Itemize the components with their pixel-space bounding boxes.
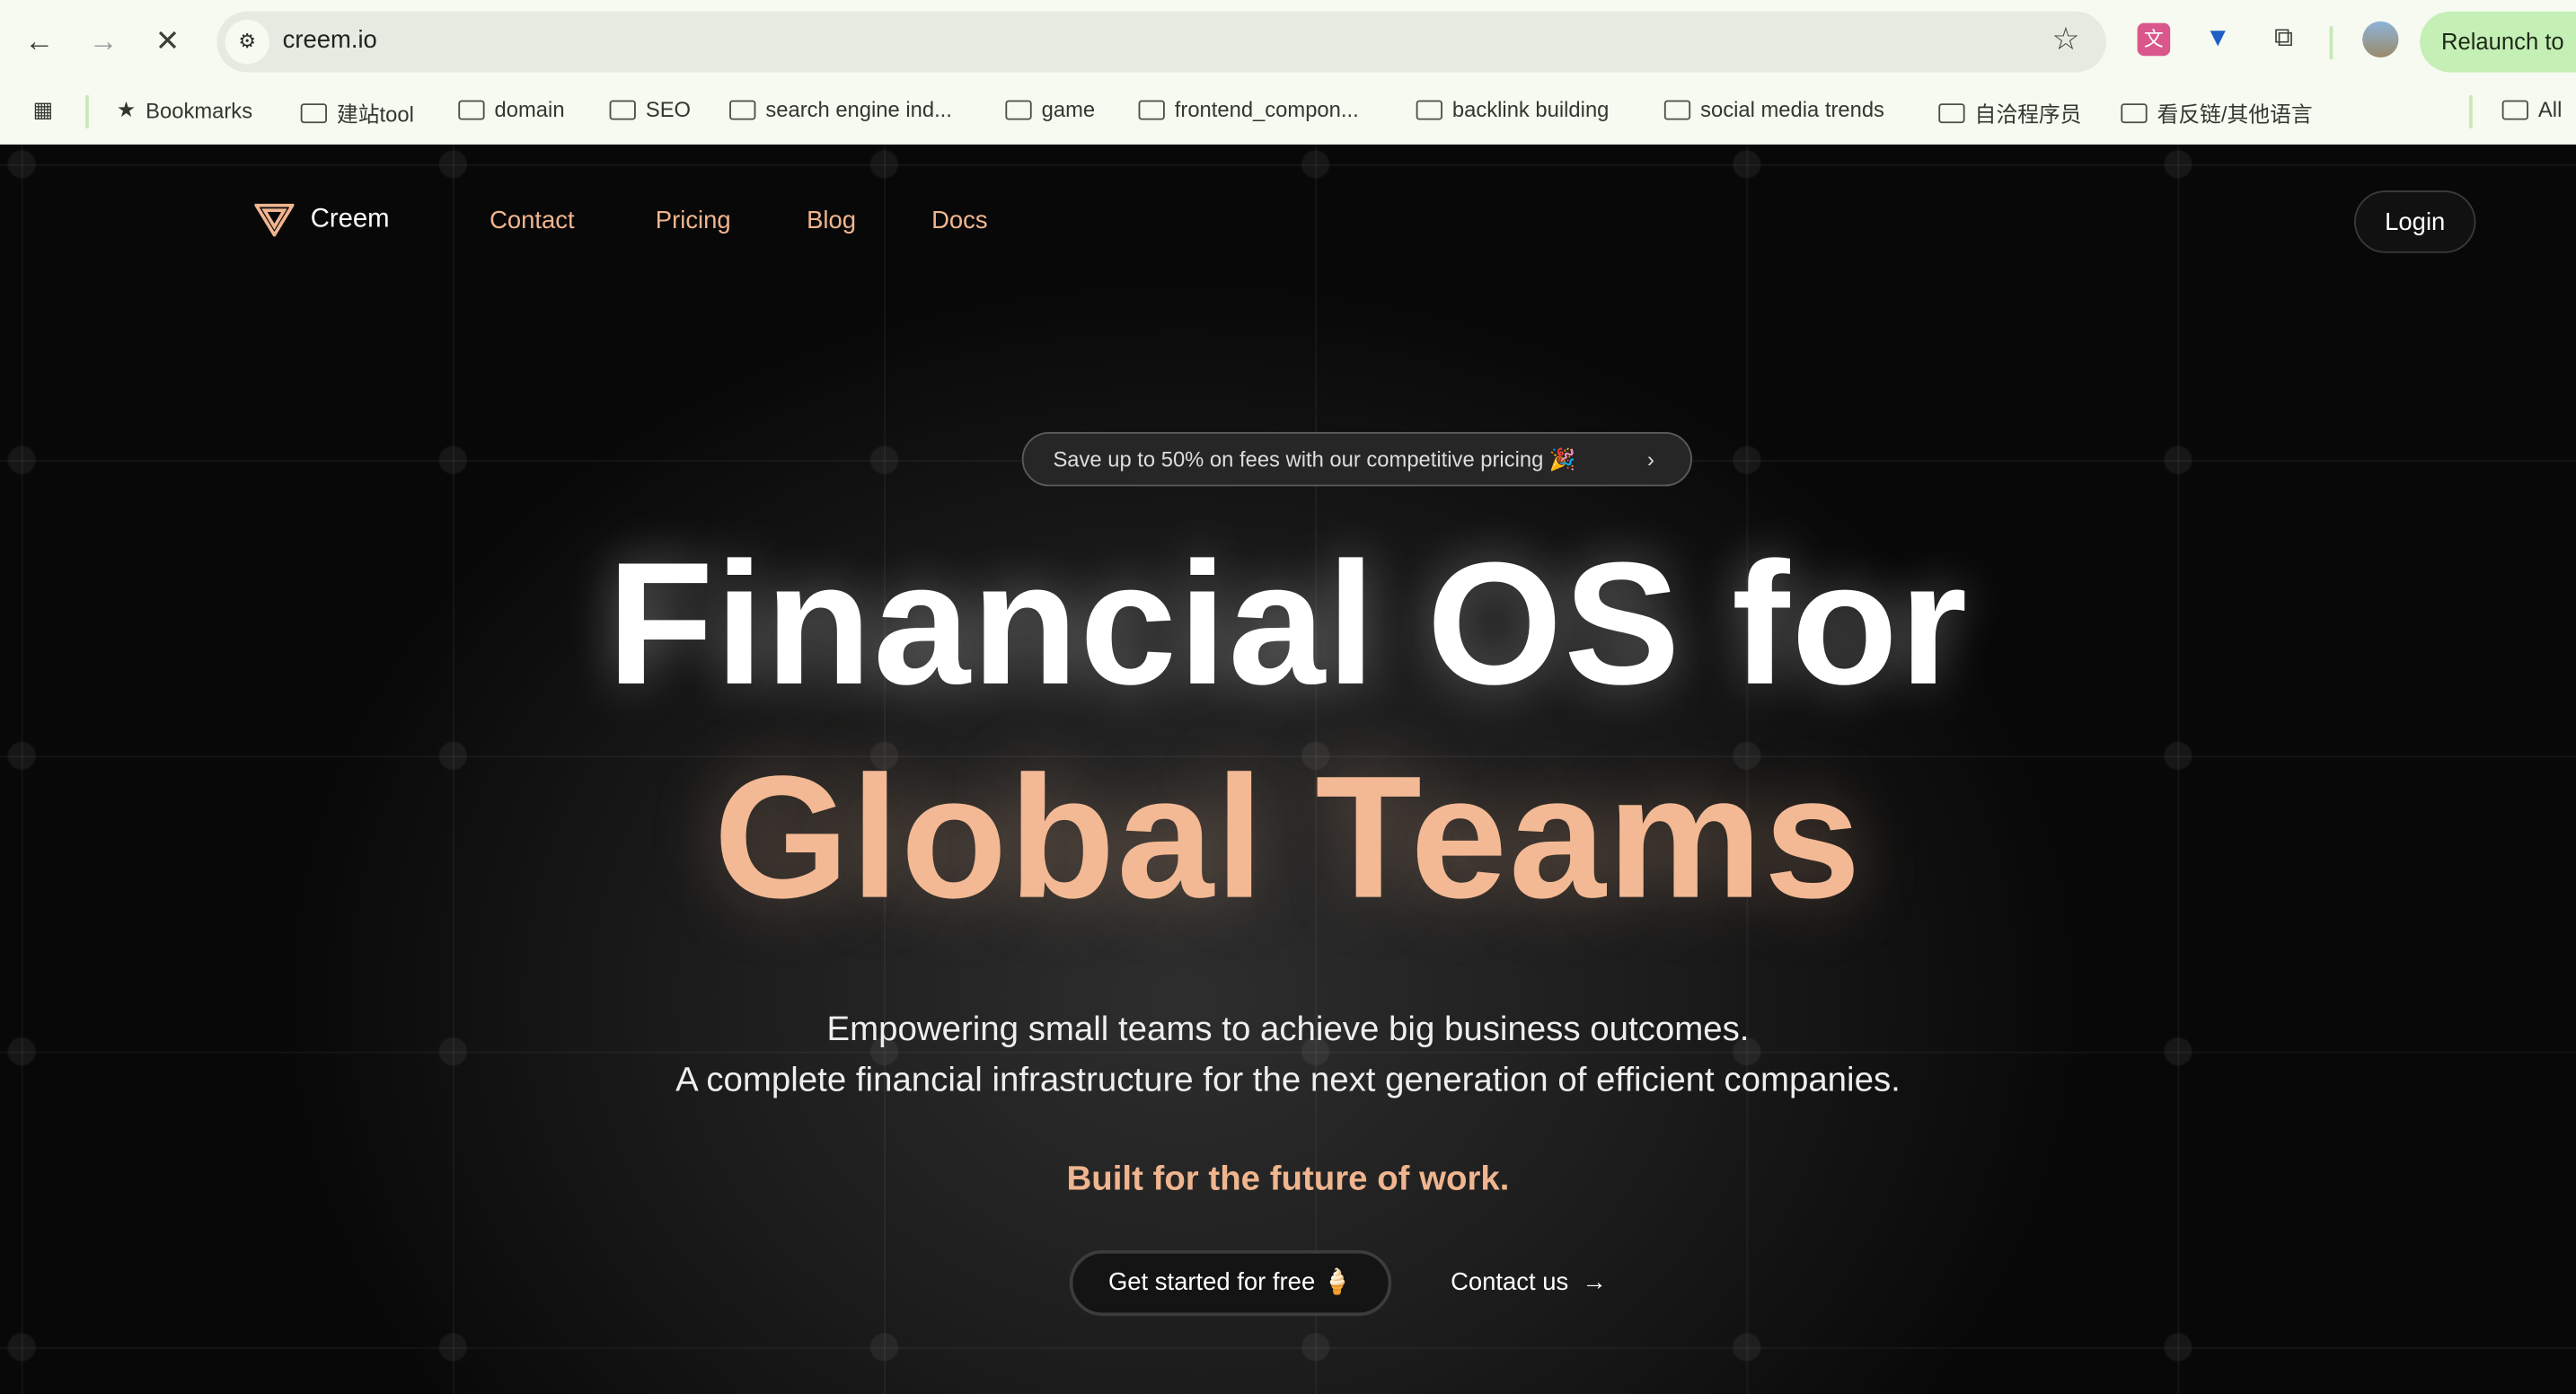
extension-pin-icon[interactable]: ▼ — [2201, 23, 2235, 57]
nav-blog[interactable]: Blog — [807, 207, 856, 234]
bookmark-folder[interactable]: 建站tool — [300, 97, 414, 128]
folder-icon — [1005, 99, 1032, 119]
headline-line-2: Global Teams — [713, 740, 1863, 935]
all-bookmarks[interactable]: All — [2501, 97, 2562, 121]
brand-logo[interactable]: Creem — [254, 203, 390, 237]
translate-extension-icon[interactable]: 文 — [2137, 22, 2171, 57]
subtitle-line-2: A complete financial infrastructure for … — [675, 1061, 1901, 1099]
bookmark-folder[interactable]: domain — [458, 97, 565, 121]
url-text[interactable]: creem.io — [283, 26, 377, 54]
profile-avatar[interactable] — [2362, 21, 2399, 58]
folder-icon — [2501, 99, 2528, 119]
bookmark-bookmarks[interactable]: ★ Bookmarks — [117, 97, 252, 123]
folder-icon — [729, 99, 756, 119]
site-settings-icon[interactable]: ⚙ — [225, 19, 269, 65]
bookmark-folder[interactable]: search engine ind... — [729, 97, 952, 121]
get-started-button[interactable]: Get started for free 🍦 — [1069, 1249, 1392, 1317]
bookmark-folder[interactable]: game — [1005, 97, 1095, 121]
browser-chrome: ← → ✕ ⚙ creem.io ☆ 文 ▼ ⧉ Relaunch to ▦ ★… — [0, 0, 2576, 145]
divider — [2469, 95, 2473, 128]
login-button[interactable]: Login — [2354, 190, 2476, 253]
promo-text: Save up to 50% on fees with our competit… — [1053, 446, 1576, 472]
folder-icon — [609, 99, 636, 119]
subtitle-line-1: Empowering small teams to achieve big bu… — [826, 1010, 1750, 1048]
bookmark-folder[interactable]: SEO — [609, 97, 691, 121]
contact-us-link[interactable]: Contact us → — [1451, 1268, 1607, 1296]
folder-icon — [458, 99, 485, 119]
headline-line-1: Financial OS for — [607, 527, 1969, 721]
bookmark-folder[interactable]: 看反链/其他语言 — [2121, 97, 2313, 128]
folder-icon — [1138, 99, 1165, 119]
bookmark-folder[interactable]: 自洽程序员 — [1938, 97, 2081, 128]
arrow-right-icon: → — [1575, 1268, 1607, 1297]
brand-name: Creem — [310, 205, 390, 234]
nav-pricing[interactable]: Pricing — [656, 207, 731, 234]
tagline: Built for the future of work. — [1066, 1160, 1510, 1198]
apps-grid-icon[interactable]: ▦ — [33, 97, 53, 123]
nav-contact[interactable]: Contact — [490, 207, 575, 234]
promo-banner[interactable]: Save up to 50% on fees with our competit… — [1021, 432, 1692, 487]
extensions-puzzle-icon[interactable]: ⧉ — [2267, 23, 2300, 57]
star-icon: ★ — [116, 96, 137, 122]
forward-icon[interactable]: → — [82, 20, 125, 63]
address-bar[interactable]: ⚙ creem.io ☆ — [216, 11, 2106, 73]
bookmark-folder[interactable]: frontend_compon... — [1138, 97, 1359, 121]
hero-section: Creem Contact Pricing Blog Docs Login Sa… — [0, 144, 2576, 1394]
bookmark-star-icon[interactable]: ☆ — [2051, 22, 2079, 59]
bookmark-folder[interactable]: social media trends — [1663, 97, 1884, 121]
folder-icon — [1938, 102, 1965, 123]
nav-docs[interactable]: Docs — [931, 207, 988, 234]
folder-icon — [1663, 99, 1691, 119]
chevron-right-icon: › — [1646, 446, 1654, 472]
bookmark-folder[interactable]: backlink building — [1416, 97, 1609, 121]
divider — [85, 95, 89, 128]
folder-icon — [300, 102, 327, 123]
creem-logo-icon — [254, 203, 295, 237]
back-icon[interactable]: ← — [18, 20, 61, 63]
stop-loading-icon[interactable]: ✕ — [146, 20, 190, 63]
divider — [2329, 26, 2333, 59]
folder-icon — [2121, 102, 2148, 123]
folder-icon — [1416, 99, 1442, 119]
relaunch-button[interactable]: Relaunch to — [2420, 11, 2576, 73]
